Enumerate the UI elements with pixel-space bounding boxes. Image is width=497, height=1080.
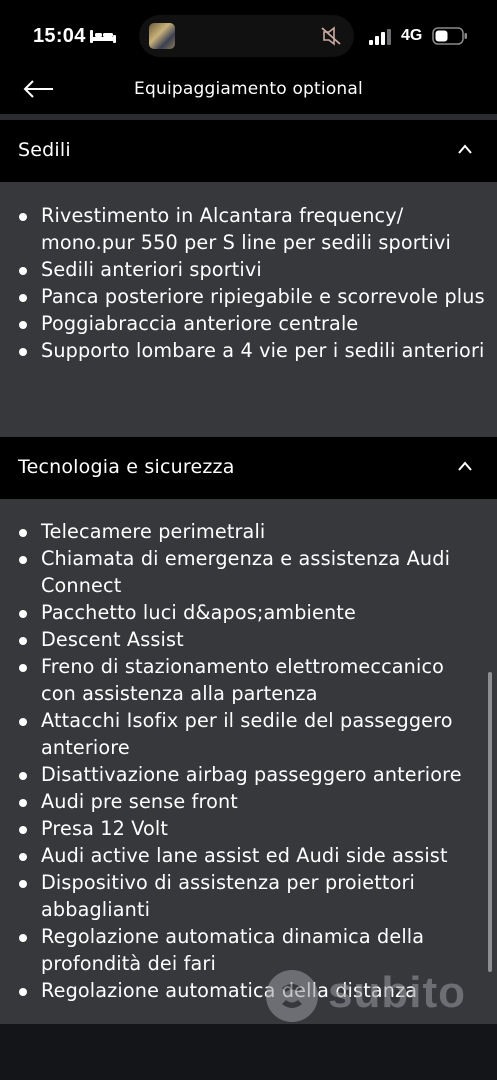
list-item: Sedili anteriori sportivi (0, 256, 497, 283)
nav-bar: Equipaggiamento optional (0, 72, 497, 114)
chevron-up-icon[interactable] (457, 143, 473, 155)
bottom-area (0, 1024, 497, 1080)
list-item: Telecamere perimetrali (0, 518, 497, 545)
list-item: Supporto lombare a 4 vie per i sedili an… (0, 337, 497, 364)
list-item: Regolazione automatica della distanza (0, 977, 497, 1004)
media-thumbnail[interactable] (149, 23, 175, 49)
section-title: Sedili (18, 139, 71, 161)
page-title: Equipaggiamento optional (134, 79, 363, 99)
list-item: Audi pre sense front (0, 788, 497, 815)
list-item: Regolazione automatica dinamica della pr… (0, 923, 497, 977)
network-type: 4G (401, 27, 423, 44)
list-item: Descent Assist (0, 626, 497, 653)
list-item: Dispositivo di assistenza per proiettori… (0, 869, 497, 923)
accordion-body-sedili: Rivestimento in Alcantara frequency/ mon… (0, 182, 497, 437)
list-item: Pacchetto luci d&apos;ambiente (0, 599, 497, 626)
feature-list: Telecamere perimetrali Chiamata di emerg… (0, 518, 497, 1004)
scrollbar[interactable] (488, 672, 492, 972)
status-time: 15:04 (33, 25, 86, 47)
mute-icon (321, 26, 341, 46)
list-item: Presa 12 Volt (0, 815, 497, 842)
list-item: Rivestimento in Alcantara frequency/ mon… (0, 202, 497, 256)
feature-list: Rivestimento in Alcantara frequency/ mon… (0, 202, 497, 364)
list-item: Poggiabraccia anteriore centrale (0, 310, 497, 337)
list-item: Freno di stazionamento elettromeccanico … (0, 653, 497, 707)
list-item: Attacchi Isofix per il sedile del passeg… (0, 707, 497, 761)
signal-icon (369, 29, 391, 45)
section-title: Tecnologia e sicurezza (18, 456, 235, 478)
list-item: Audi active lane assist ed Audi side ass… (0, 842, 497, 869)
accordion-body-tecnologia: Telecamere perimetrali Chiamata di emerg… (0, 499, 497, 1024)
accordion-header-tecnologia[interactable]: Tecnologia e sicurezza (0, 437, 497, 499)
list-item: Panca posteriore ripiegabile e scorrevol… (0, 283, 497, 310)
list-item: Disattivazione airbag passeggero anterio… (0, 761, 497, 788)
accordion-header-sedili[interactable]: Sedili (0, 120, 497, 182)
chevron-up-icon[interactable] (457, 460, 473, 472)
list-item: Chiamata di emergenza e assistenza Audi … (0, 545, 497, 599)
bed-icon (90, 30, 116, 43)
battery-icon (432, 27, 467, 45)
dynamic-island[interactable] (139, 15, 354, 57)
status-bar: 15:04 4G (0, 0, 497, 72)
